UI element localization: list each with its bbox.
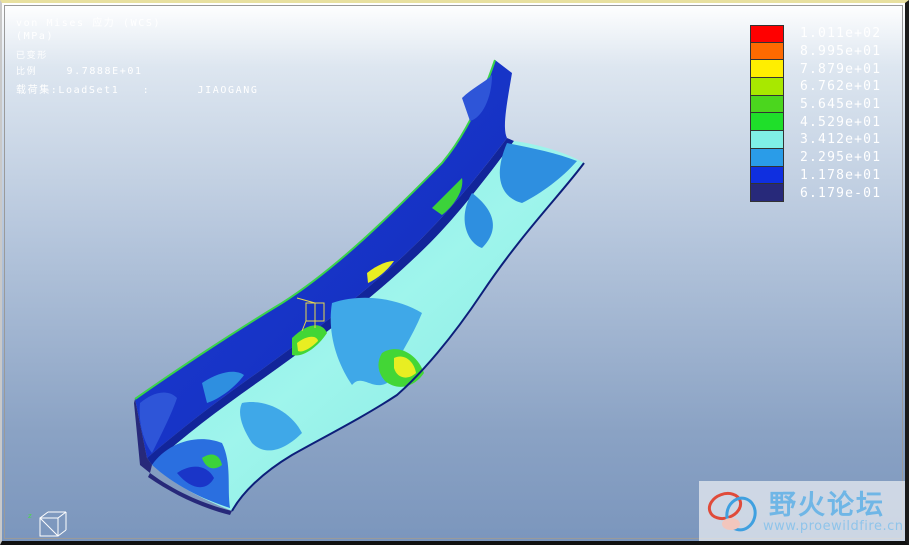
legend-value: 8.995e+01	[800, 44, 882, 60]
legend-row: 2.295e+01	[750, 148, 882, 167]
legend-row: 1.011e+02	[750, 25, 881, 43]
legend-color-swatch	[750, 166, 784, 185]
legend-value: 6.179e-01	[800, 185, 882, 201]
legend-value: 6.762e+01	[800, 79, 882, 95]
legend-row: 4.529e+01	[750, 113, 882, 132]
legend-color-swatch	[750, 184, 784, 202]
legend-value: 7.879e+01	[800, 61, 882, 77]
legend-value: 5.645e+01	[800, 97, 882, 113]
legend-row: 6.179e-01	[750, 184, 881, 202]
svg-text:z: z	[28, 512, 32, 520]
legend-row: 1.178e+01	[750, 166, 882, 185]
legend-color-swatch	[750, 95, 784, 114]
legend-color-swatch	[750, 148, 784, 167]
legend-value: 2.295e+01	[800, 150, 882, 166]
legend-color-swatch	[750, 60, 784, 79]
legend-color-swatch	[750, 78, 784, 96]
legend-row: 6.762e+01	[750, 78, 881, 96]
legend-value: 4.529e+01	[800, 114, 882, 130]
legend-value: 1.011e+02	[800, 26, 882, 42]
watermark-url: www.proewildfire.cn	[763, 519, 904, 534]
legend-row: 3.412e+01	[750, 131, 881, 149]
legend-color-swatch	[750, 25, 784, 43]
legend-row: 7.879e+01	[750, 60, 882, 79]
legend-color-swatch	[750, 42, 784, 61]
forum-watermark: 野火论坛 www.proewildfire.cn	[699, 481, 905, 541]
legend-value: 3.412e+01	[800, 132, 882, 148]
view-triad-icon: z	[28, 511, 67, 537]
stress-legend: 1.011e+02 8.995e+01 7.879e+01 6.762e+01 5.64…	[750, 25, 881, 202]
legend-color-swatch	[750, 131, 784, 149]
legend-row: 8.995e+01	[750, 42, 882, 61]
legend-value: 1.178e+01	[800, 167, 882, 183]
butterfly-logo-icon	[707, 491, 757, 532]
legend-color-swatch	[750, 113, 784, 132]
graphics-viewport[interactable]: von Mises 应力 (WCS) (MPa) 已变形 比例 9.7888E+…	[2, 3, 905, 541]
watermark-title: 野火论坛	[769, 490, 885, 521]
legend-row: 5.645e+01	[750, 95, 882, 114]
